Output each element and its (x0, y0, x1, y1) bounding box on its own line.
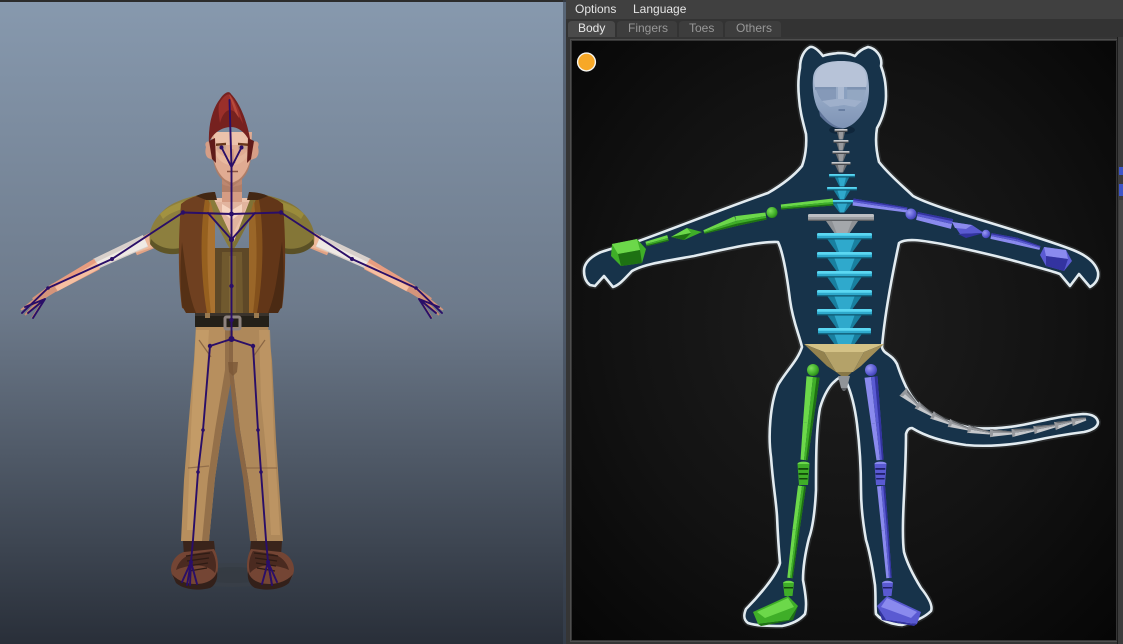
svg-text:Fingers: Fingers (628, 21, 668, 35)
svg-text:Toes: Toes (689, 21, 714, 35)
svg-text:Options: Options (575, 2, 616, 16)
svg-text:Language: Language (633, 2, 687, 16)
svg-text:Others: Others (736, 21, 772, 35)
svg-text:Body: Body (578, 21, 605, 35)
